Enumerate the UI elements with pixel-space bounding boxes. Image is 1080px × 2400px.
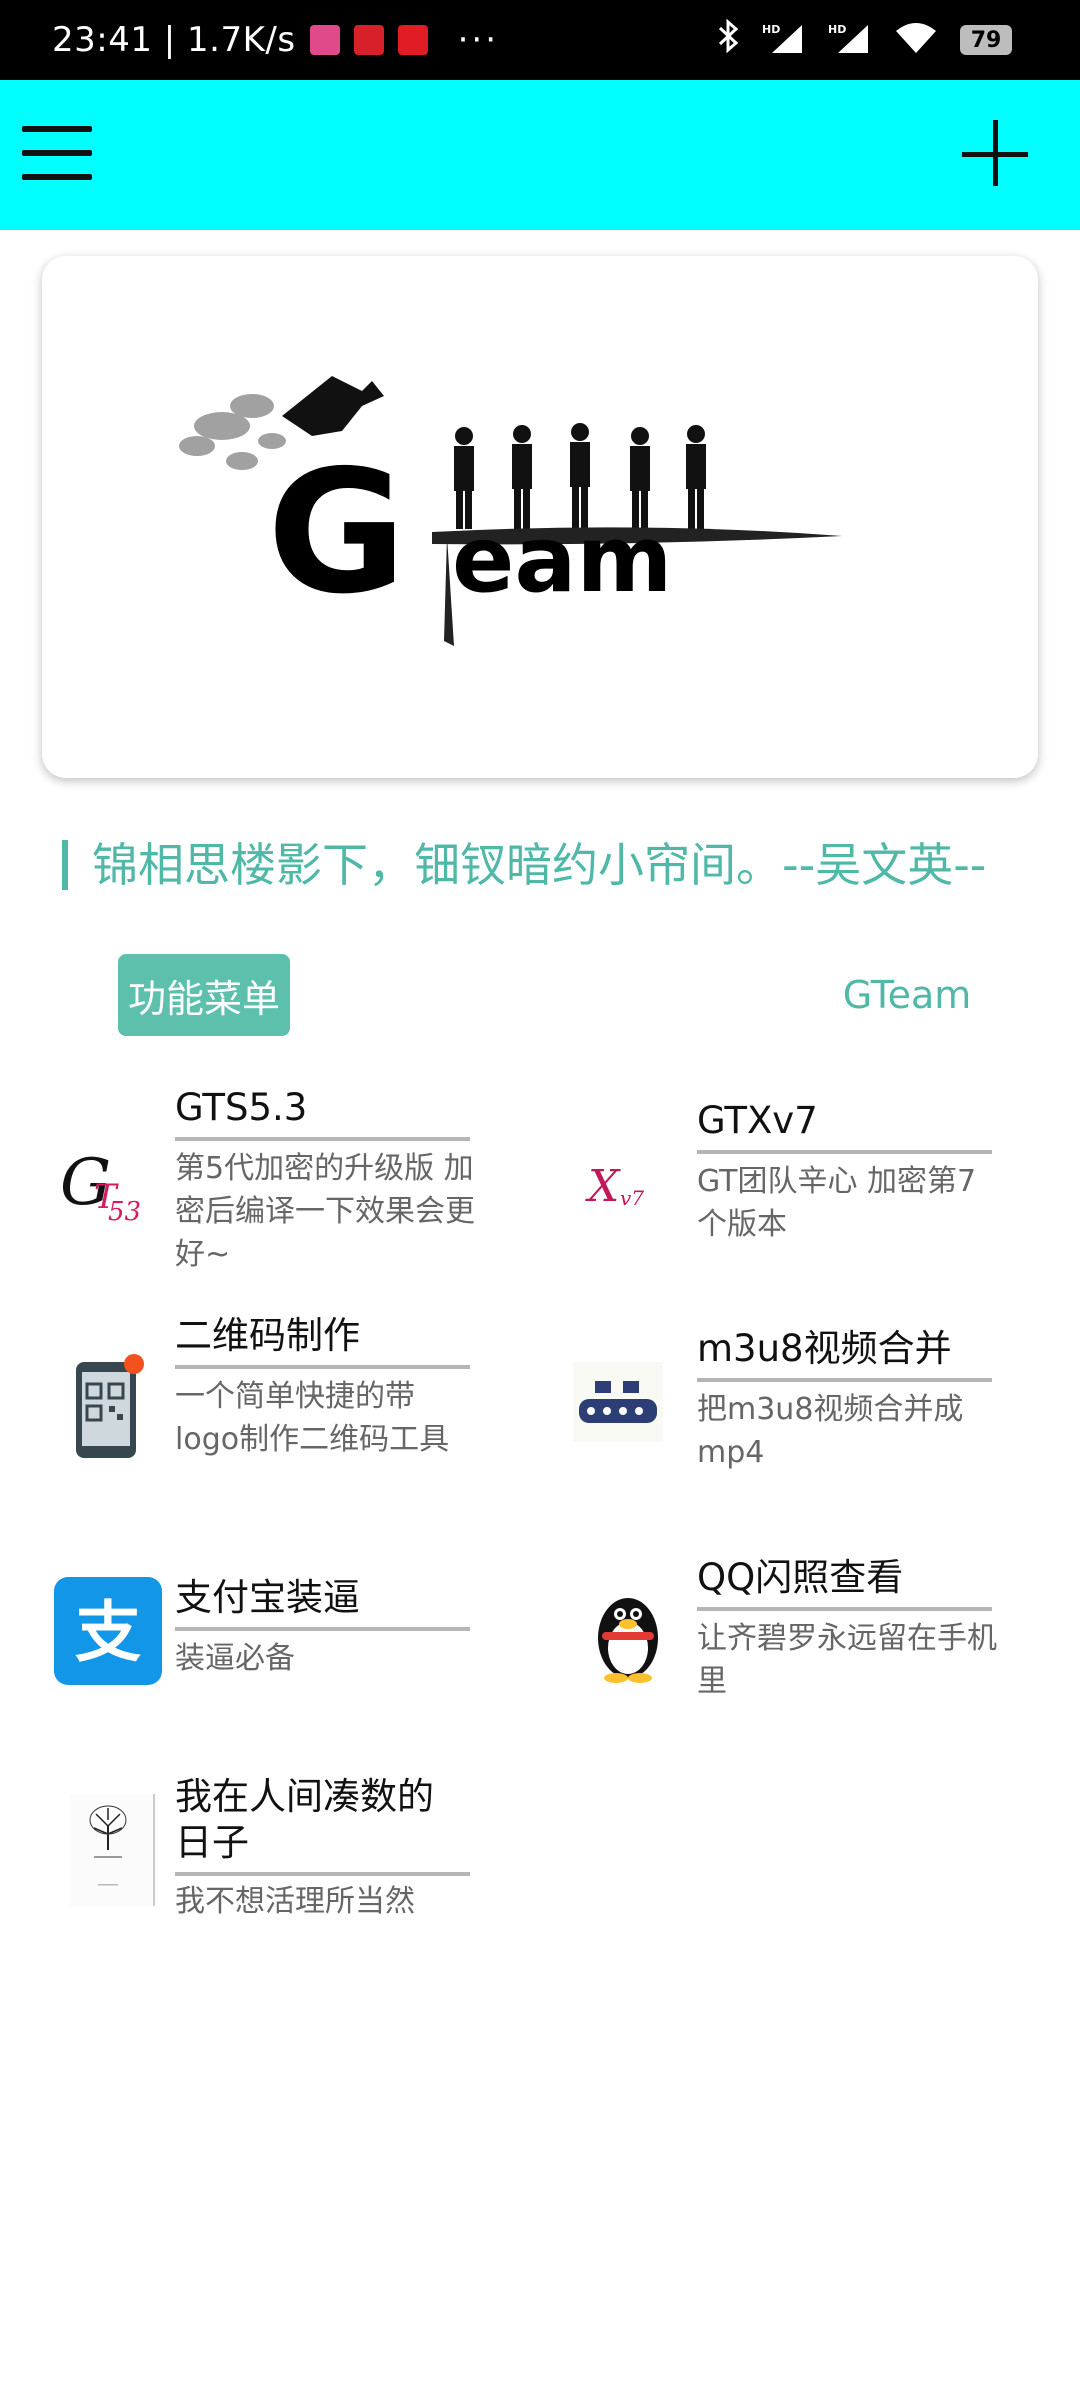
tool-desc: 我不想活理所当然 xyxy=(175,1884,415,1919)
qq-penguin-icon xyxy=(572,1575,684,1687)
tool-title: 支付宝装逼 xyxy=(175,1575,470,1631)
plus-icon[interactable] xyxy=(962,120,1032,190)
status-bar: 23:41 | 1.7K/s ··· HD HD 79 xyxy=(0,0,1080,80)
svg-text:HD: HD xyxy=(828,23,846,36)
tool-item-gts[interactable]: G T 53 GTS5.3 第5代加密的升级版 加密后编译一下效果会更好~ xyxy=(40,1085,520,1285)
tool-desc: 装逼必备 xyxy=(175,1641,295,1676)
svg-text:G: G xyxy=(267,434,407,632)
svg-text:53: 53 xyxy=(108,1197,141,1227)
svg-text:HD: HD xyxy=(762,23,780,36)
hd-signal-icon: HD xyxy=(762,21,806,59)
tool-title: 我在人间凑数的日子 xyxy=(175,1774,470,1876)
tool-item-gtx[interactable]: X v7 GTXv7 GT团队辛心 加密第7个版本 xyxy=(562,1098,1042,1298)
video-merge-icon xyxy=(562,1346,674,1458)
hd-signal-icon: HD xyxy=(828,21,872,59)
tool-title: 二维码制作 xyxy=(175,1313,470,1369)
tool-desc: 一个简单快捷的带logo制作二维码工具 xyxy=(175,1379,450,1457)
bluetooth-icon xyxy=(718,18,740,61)
tree-book-icon xyxy=(60,1794,172,1906)
svg-text:支: 支 xyxy=(75,1594,141,1671)
gteam-logo: G eam xyxy=(179,376,842,646)
tool-title: GTXv7 xyxy=(697,1098,992,1154)
app-notification-icon xyxy=(309,25,340,55)
app-notification-icon xyxy=(397,25,428,55)
hamburger-menu-icon[interactable] xyxy=(22,124,94,184)
tool-desc: 让齐碧罗永远留在手机里 xyxy=(697,1621,997,1699)
svg-text:eam: eam xyxy=(452,506,672,613)
tool-title: GTS5.3 xyxy=(175,1085,470,1141)
tool-desc: 把m3u8视频合并成mp4 xyxy=(697,1392,964,1470)
tool-desc: 第5代加密的升级版 加密后编译一下效果会更好~ xyxy=(175,1151,475,1267)
svg-text:v7: v7 xyxy=(620,1186,644,1210)
quote-accent-bar xyxy=(62,840,68,890)
tool-item-m3u8[interactable]: m3u8视频合并 把m3u8视频合并成mp4 xyxy=(562,1326,1042,1526)
app-toolbar xyxy=(0,80,1080,230)
tab-gteam[interactable]: GTeam xyxy=(822,954,992,1036)
tool-title: QQ闪照查看 xyxy=(697,1555,992,1611)
gts-logo-icon: G T 53 xyxy=(48,1130,160,1242)
tool-item-qq[interactable]: QQ闪照查看 让齐碧罗永远留在手机里 xyxy=(562,1555,1042,1755)
tool-item-diary[interactable]: 我在人间凑数的日子 我不想活理所当然 xyxy=(40,1774,520,1944)
tool-item-alipay[interactable]: 支 支付宝装逼 装逼必备 xyxy=(40,1575,520,1775)
more-notifications-icon: ··· xyxy=(457,20,500,60)
app-notification-icon xyxy=(353,25,384,55)
tool-item-qrcode[interactable]: 二维码制作 一个简单快捷的带logo制作二维码工具 xyxy=(40,1313,520,1513)
alipay-icon: 支 xyxy=(52,1575,164,1687)
wifi-icon xyxy=(894,21,938,59)
gtx-logo-icon: X v7 xyxy=(562,1133,674,1245)
tab-function-menu[interactable]: 功能菜单 xyxy=(118,954,290,1036)
tool-title: m3u8视频合并 xyxy=(697,1326,992,1382)
qr-phone-icon xyxy=(48,1353,160,1465)
banner-card[interactable]: G eam xyxy=(42,256,1038,778)
battery-icon: 79 xyxy=(960,25,1012,55)
marquee-quote: 锦相思楼影下，钿钗暗约小帘间。--吴文英-- xyxy=(92,838,987,892)
svg-text:X: X xyxy=(585,1161,621,1212)
tool-desc: GT团队辛心 加密第7个版本 xyxy=(697,1164,977,1242)
status-time-speed: 23:41 | 1.7K/s xyxy=(52,20,296,60)
